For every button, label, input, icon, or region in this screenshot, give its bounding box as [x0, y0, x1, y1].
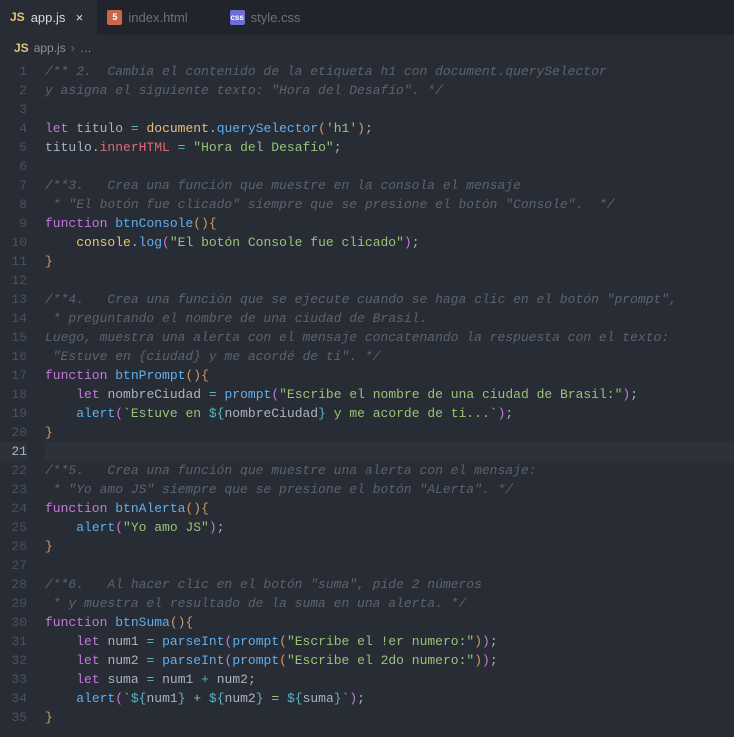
line-number: 28 — [0, 575, 27, 594]
code-line[interactable]: alert(`Estuve en ${nombreCiudad} y me ac… — [45, 404, 734, 423]
breadcrumb: JS app.js › … — [0, 35, 734, 62]
line-number: 25 — [0, 518, 27, 537]
line-number: 14 — [0, 309, 27, 328]
line-number: 26 — [0, 537, 27, 556]
tab-index-html[interactable]: 5 index.html — [97, 0, 219, 35]
line-number: 35 — [0, 708, 27, 727]
code-line[interactable]: console.log("El botón Console fue clicad… — [45, 233, 734, 252]
line-number: 29 — [0, 594, 27, 613]
code-line[interactable]: y asigna el siguiente texto: "Hora del D… — [45, 81, 734, 100]
code-line[interactable]: } — [45, 252, 734, 271]
code-line[interactable]: * y muestra el resultado de la suma en u… — [45, 594, 734, 613]
line-number: 30 — [0, 613, 27, 632]
code-line[interactable]: * "Yo amo JS" siempre que se presione el… — [45, 480, 734, 499]
code-line[interactable]: let num2 = parseInt(prompt("Escribe el 2… — [45, 651, 734, 670]
tab-label: app.js — [31, 8, 66, 27]
line-number: 3 — [0, 100, 27, 119]
code-line[interactable]: alert(`${num1} + ${num2} = ${suma}`); — [45, 689, 734, 708]
line-number: 21 — [0, 442, 27, 461]
tab-app-js[interactable]: JS app.js × — [0, 0, 97, 35]
code-line[interactable] — [45, 442, 734, 461]
html-icon: 5 — [107, 10, 122, 25]
line-number: 19 — [0, 404, 27, 423]
line-number: 6 — [0, 157, 27, 176]
code-line[interactable]: function btnConsole(){ — [45, 214, 734, 233]
line-number: 4 — [0, 119, 27, 138]
line-number: 8 — [0, 195, 27, 214]
code-line[interactable] — [45, 100, 734, 119]
line-number: 23 — [0, 480, 27, 499]
line-number: 31 — [0, 632, 27, 651]
line-number: 5 — [0, 138, 27, 157]
code-line[interactable]: let num1 = parseInt(prompt("Escribe el !… — [45, 632, 734, 651]
code-line[interactable]: /** 2. Cambia el contenido de la etiquet… — [45, 62, 734, 81]
code-line[interactable]: titulo.innerHTML = "Hora del Desafío"; — [45, 138, 734, 157]
line-number: 9 — [0, 214, 27, 233]
line-number-gutter: 1234567891011121314151617181920212223242… — [0, 62, 45, 727]
code-line[interactable]: /**3. Crea una función que muestre en la… — [45, 176, 734, 195]
code-line[interactable]: } — [45, 708, 734, 727]
code-line[interactable]: function btnPrompt(){ — [45, 366, 734, 385]
line-number: 11 — [0, 252, 27, 271]
code-line[interactable]: function btnSuma(){ — [45, 613, 734, 632]
code-line[interactable]: /**4. Crea una función que se ejecute cu… — [45, 290, 734, 309]
js-icon: JS — [10, 8, 25, 27]
editor-tabs: JS app.js × 5 index.html css style.css — [0, 0, 734, 35]
line-number: 7 — [0, 176, 27, 195]
line-number: 2 — [0, 81, 27, 100]
code-line[interactable]: let suma = num1 + num2; — [45, 670, 734, 689]
code-line[interactable]: /**6. Al hacer clic en el botón "suma", … — [45, 575, 734, 594]
line-number: 32 — [0, 651, 27, 670]
line-number: 27 — [0, 556, 27, 575]
close-icon[interactable]: × — [71, 8, 87, 27]
code-line[interactable]: } — [45, 537, 734, 556]
line-number: 15 — [0, 328, 27, 347]
line-number: 10 — [0, 233, 27, 252]
line-number: 12 — [0, 271, 27, 290]
line-number: 24 — [0, 499, 27, 518]
js-icon: JS — [14, 39, 29, 58]
breadcrumb-rest[interactable]: … — [80, 39, 92, 58]
line-number: 17 — [0, 366, 27, 385]
line-number: 33 — [0, 670, 27, 689]
css-icon: css — [230, 10, 245, 25]
code-line[interactable]: } — [45, 423, 734, 442]
chevron-right-icon: › — [71, 39, 75, 58]
code-line[interactable]: alert("Yo amo JS"); — [45, 518, 734, 537]
line-number: 34 — [0, 689, 27, 708]
line-number: 20 — [0, 423, 27, 442]
line-number: 1 — [0, 62, 27, 81]
code-line[interactable] — [45, 556, 734, 575]
line-number: 16 — [0, 347, 27, 366]
code-line[interactable]: * "El botón fue clicado" siempre que se … — [45, 195, 734, 214]
code-line[interactable]: Luego, muestra una alerta con el mensaje… — [45, 328, 734, 347]
code-line[interactable]: function btnAlerta(){ — [45, 499, 734, 518]
breadcrumb-file[interactable]: app.js — [34, 39, 66, 58]
code-line[interactable] — [45, 271, 734, 290]
code-content[interactable]: /** 2. Cambia el contenido de la etiquet… — [45, 62, 734, 727]
code-editor[interactable]: 1234567891011121314151617181920212223242… — [0, 62, 734, 727]
code-line[interactable]: /**5. Crea una función que muestre una a… — [45, 461, 734, 480]
line-number: 18 — [0, 385, 27, 404]
code-line[interactable]: let titulo = document.querySelector('h1'… — [45, 119, 734, 138]
tab-label: style.css — [251, 8, 301, 27]
code-line[interactable]: "Estuve en {ciudad} y me acordé de ti". … — [45, 347, 734, 366]
line-number: 13 — [0, 290, 27, 309]
tab-style-css[interactable]: css style.css — [220, 0, 333, 35]
code-line[interactable]: * preguntando el nombre de una ciudad de… — [45, 309, 734, 328]
code-line[interactable]: let nombreCiudad = prompt("Escribe el no… — [45, 385, 734, 404]
line-number: 22 — [0, 461, 27, 480]
tab-label: index.html — [128, 8, 187, 27]
code-line[interactable] — [45, 157, 734, 176]
